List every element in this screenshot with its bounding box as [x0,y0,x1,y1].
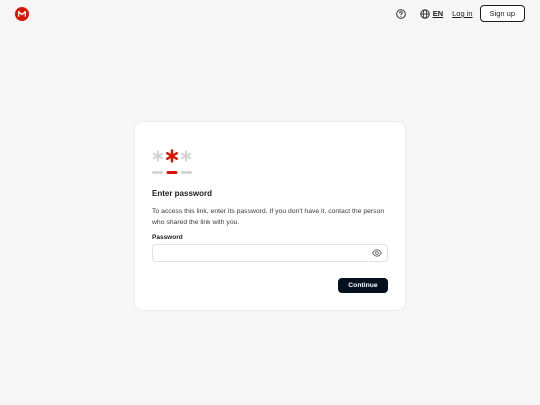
help-circle-icon[interactable] [396,8,407,19]
dialog-description: To access this link, enter its password.… [152,208,385,226]
password-dialog-card: Enter password To access this link, ente… [135,122,405,310]
language-selector[interactable]: EN [420,8,444,19]
continue-button[interactable]: Continue [338,278,388,293]
mega-logo-icon[interactable] [15,7,29,21]
dialog-title: Enter password [152,189,213,198]
password-asterisks-illustration [151,148,193,178]
globe-icon [420,8,430,19]
language-label: EN [432,9,444,18]
password-input[interactable] [153,245,365,261]
header-actions: EN Log in Sign up [396,5,525,22]
login-link[interactable]: Log in [452,9,472,18]
password-field [152,244,388,262]
eye-icon[interactable] [372,248,382,258]
signup-button[interactable]: Sign up [479,5,525,22]
password-label: Password [152,234,183,241]
